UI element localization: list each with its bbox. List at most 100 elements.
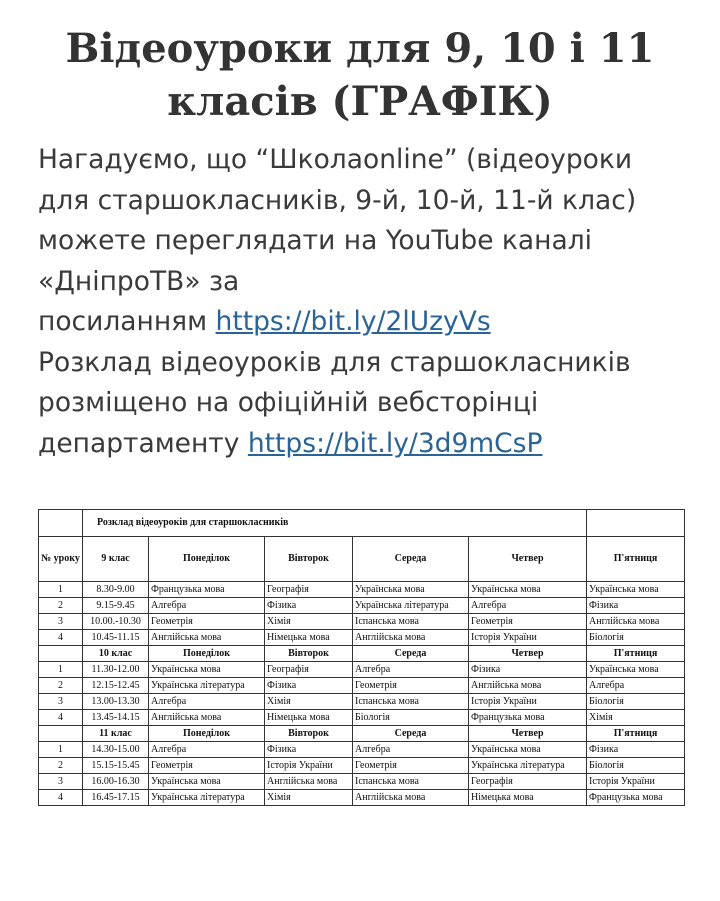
youtube-channel-link[interactable]: https://bit.ly/2lUzyVs [216, 306, 491, 337]
subject-cell: Українська мова [148, 661, 265, 678]
lesson-number-cell: 4 [38, 709, 83, 726]
lesson-number-cell: 4 [38, 789, 83, 806]
subject-cell: Фізика [264, 597, 353, 614]
intro-line-3: можете переглядати на YouTube каналі [38, 225, 593, 256]
intro-line-1: Нагадуємо, що “Школаonline” (відеоуроки [38, 144, 633, 175]
subject-cell: Українська література [468, 757, 587, 774]
subject-cell: Фізика [264, 677, 353, 694]
thursday-header: Четвер [468, 536, 587, 582]
lesson-number-cell: 1 [38, 661, 83, 678]
subject-cell: Українська література [148, 789, 265, 806]
wednesday-header: Середа [352, 536, 469, 582]
subject-cell: Геометрія [468, 613, 587, 630]
schedule-table: Розклад відеоуроків для старшокласників … [38, 509, 685, 806]
subject-cell: Геометрія [148, 613, 265, 630]
post-title-line-1: Відеоуроки для 9, 10 і 11 [65, 25, 655, 72]
lesson-time-cell: 9.15-9.45 [82, 597, 149, 614]
subject-cell: Фізика [586, 597, 685, 614]
department-link-prefix: департаменту [38, 427, 248, 459]
post-title-line-2: класів (ГРАФІК) [167, 78, 553, 125]
lesson-time-cell: 16.00-16.30 [82, 773, 149, 790]
subject-cell: Англійська мова [352, 629, 469, 646]
lesson-time-cell: 10.00.-10.30 [82, 613, 149, 630]
subject-cell: Алгебра [148, 693, 265, 710]
subject-cell: Геометрія [352, 757, 469, 774]
schedule-title: Розклад відеоуроків для старшокласників [82, 509, 587, 537]
monday-header: Понеділок [148, 645, 265, 662]
subject-cell: Українська мова [586, 661, 685, 678]
subject-cell: Англійська мова [468, 677, 587, 694]
grade-label: 11 клас [82, 725, 149, 742]
subject-cell: Історія України [586, 773, 685, 790]
lesson-number-cell: 3 [38, 613, 83, 630]
subject-cell: Хімія [264, 613, 353, 630]
lesson-number-cell: 1 [38, 581, 83, 598]
lesson-time-cell: 15.15-15.45 [82, 757, 149, 774]
lesson-time-cell: 14.30-15.00 [82, 741, 149, 758]
monday-header: Понеділок [148, 725, 265, 742]
lesson-number-cell: 3 [38, 773, 83, 790]
wednesday-header: Середа [352, 725, 469, 742]
schedule-row: 4 13.45-14.15 Англійська мова Німецька мова… [38, 709, 685, 726]
friday-header: П'ятниця [586, 645, 685, 662]
lesson-number-cell: 3 [38, 693, 83, 710]
subject-cell: Німецька мова [468, 789, 587, 806]
subject-cell: Геометрія [352, 677, 469, 694]
lesson-number-cell: 1 [38, 741, 83, 758]
subject-cell: Біологія [586, 757, 685, 774]
tuesday-header: Вівторок [264, 725, 353, 742]
subject-cell: Українська мова [586, 581, 685, 598]
subject-cell: Українська література [352, 597, 469, 614]
subject-cell: Українська література [148, 677, 265, 694]
thursday-header: Четвер [468, 725, 587, 742]
intro-line-5: посиланням https://bit.ly/2lUzyVs [38, 302, 698, 343]
schedule-column-header-row: № уроку 9 клас Понеділок Вівторок Середа… [38, 536, 685, 582]
schedule-row: 3 10.00.-10.30 Геометрія Хімія Іспанська мов… [38, 613, 685, 630]
lesson-number-cell: 4 [38, 629, 83, 646]
department-page-link[interactable]: https://bit.ly/3d9mCsP [248, 428, 543, 459]
subject-cell: Англійська мова [586, 613, 685, 630]
intro-line-4: «ДніпроТВ» за [38, 265, 240, 297]
subject-cell: Історія України [264, 757, 353, 774]
grade-header-row: 10 клас Понеділок Вівторок Середа Четвер П'ят… [38, 645, 685, 662]
subject-cell: Фізика [468, 661, 587, 678]
subject-cell: Німецька мова [264, 709, 353, 726]
schedule-row: 2 9.15-9.45 Алгебра Фізика Українська літера… [38, 597, 685, 614]
subject-cell: Алгебра [586, 677, 685, 694]
lesson-time-cell: 8.30-9.00 [82, 581, 149, 598]
subject-cell: Українська мова [468, 581, 587, 598]
subject-cell: Алгебра [352, 741, 469, 758]
monday-header: Понеділок [148, 536, 265, 582]
lesson-number-cell: 2 [38, 757, 83, 774]
subject-cell: Українська мова [468, 741, 587, 758]
intro-line-7: розміщено на офіційній вебсторінці [38, 387, 539, 418]
lesson-number-cell: 2 [38, 677, 83, 694]
lesson-time-cell: 16.45-17.15 [82, 789, 149, 806]
schedule-row: 1 8.30-9.00 Французька мова Географія Україн… [38, 581, 685, 598]
subject-cell: Німецька мова [264, 629, 353, 646]
subject-cell: Хімія [586, 709, 685, 726]
lesson-time-cell: 12.15-12.45 [82, 677, 149, 694]
subject-cell: Алгебра [148, 741, 265, 758]
subject-cell: Географія [264, 661, 353, 678]
subject-cell: Фізика [264, 741, 353, 758]
schedule-row: 3 13.00-13.30 Алгебра Хімія Іспанська мова Іс… [38, 693, 685, 710]
friday-header: П'ятниця [586, 536, 685, 582]
schedule-row: 1 11.30-12.00 Українська мова Географія Алге… [38, 661, 685, 678]
post-title: Відеоуроки для 9, 10 і 11 класів (ГРАФІК… [0, 22, 720, 128]
schedule-title-row: Розклад відеоуроків для старшокласників [38, 509, 685, 537]
tuesday-header: Вівторок [264, 645, 353, 662]
intro-line-6: Розклад відеоуроків для старшокласників [38, 346, 631, 378]
subject-cell: Біологія [352, 709, 469, 726]
subject-cell: Іспанська мова [352, 773, 469, 790]
schedule-row: 2 15.15-15.45 Геометрія Історія України Геом… [38, 757, 685, 774]
wednesday-header: Середа [352, 645, 469, 662]
subject-cell: Французька мова [586, 789, 685, 806]
grade-label: 10 клас [82, 645, 149, 662]
subject-cell: Алгебра [148, 597, 265, 614]
subject-cell: Біологія [586, 629, 685, 646]
header-empty-cell [38, 725, 83, 742]
subject-cell: Англійська мова [148, 709, 265, 726]
schedule-row: 4 10.45-11.15 Англійська мова Німецька мова… [38, 629, 685, 646]
schedule-row: 1 14.30-15.00 Алгебра Фізика Алгебра Українсь… [38, 741, 685, 758]
